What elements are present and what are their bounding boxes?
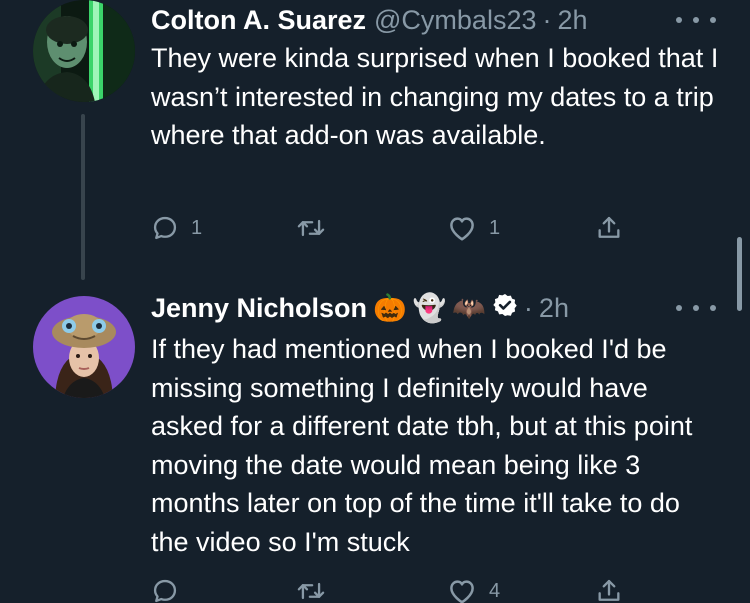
timestamp[interactable]: 2h xyxy=(539,293,569,324)
ghost-emoji: 👻 xyxy=(412,293,447,323)
display-name[interactable]: Colton A. Suarez xyxy=(151,5,366,36)
thread-line xyxy=(81,114,85,280)
separator: · xyxy=(542,4,552,35)
share-icon xyxy=(598,579,620,601)
scrollbar-thumb[interactable] xyxy=(737,237,742,311)
reply-icon xyxy=(153,579,177,603)
share-button[interactable] xyxy=(595,208,623,248)
retweet-icon xyxy=(297,219,325,237)
avatar-jenny-image xyxy=(33,296,135,398)
like-count: 1 xyxy=(489,216,501,239)
pumpkin-emoji: 🎃 xyxy=(373,293,407,323)
more-icon[interactable] xyxy=(676,10,716,30)
tweet-header: Colton A. Suarez @Cymbals23 · 2h xyxy=(151,2,588,38)
tweet-thread: Colton A. Suarez @Cymbals23 · 2h They we… xyxy=(0,0,750,603)
verified-icon xyxy=(492,292,518,325)
reply-button[interactable] xyxy=(151,571,191,603)
action-bar-jenny: 4 xyxy=(151,571,631,603)
like-button[interactable]: 1 xyxy=(447,208,500,248)
reply-count: 1 xyxy=(191,216,203,239)
like-button[interactable]: 4 xyxy=(447,571,500,603)
like-icon xyxy=(450,217,474,241)
more-icon[interactable] xyxy=(676,298,716,318)
avatar-jenny[interactable] xyxy=(33,296,135,398)
tweet-colton[interactable]: Colton A. Suarez @Cymbals23 · 2h They we… xyxy=(0,0,750,280)
tweet-header-jenny: Jenny Nicholson 🎃 👻 🦇 · 2h xyxy=(151,290,569,326)
display-name[interactable]: Jenny Nicholson xyxy=(151,293,367,324)
reply-icon xyxy=(153,216,177,240)
bat-emoji: 🦇 xyxy=(452,293,486,323)
retweet-button[interactable] xyxy=(296,571,338,603)
tweet-text: If they had mentioned when I booked I'd … xyxy=(151,334,693,557)
avatar-colton-image xyxy=(33,0,135,102)
share-icon xyxy=(598,216,620,238)
share-button[interactable] xyxy=(595,571,623,603)
like-icon xyxy=(450,580,474,603)
action-bar: 1 1 xyxy=(151,208,631,248)
like-count: 4 xyxy=(489,579,501,602)
tweet-text: They were kinda surprised when I booked … xyxy=(151,43,719,151)
separator: · xyxy=(523,292,533,323)
timestamp[interactable]: 2h xyxy=(557,5,587,36)
handle[interactable]: @Cymbals23 xyxy=(374,5,536,36)
retweet-icon xyxy=(297,582,325,600)
reply-button[interactable]: 1 xyxy=(151,208,202,248)
retweet-button[interactable] xyxy=(296,208,338,248)
avatar-colton[interactable] xyxy=(33,0,135,102)
